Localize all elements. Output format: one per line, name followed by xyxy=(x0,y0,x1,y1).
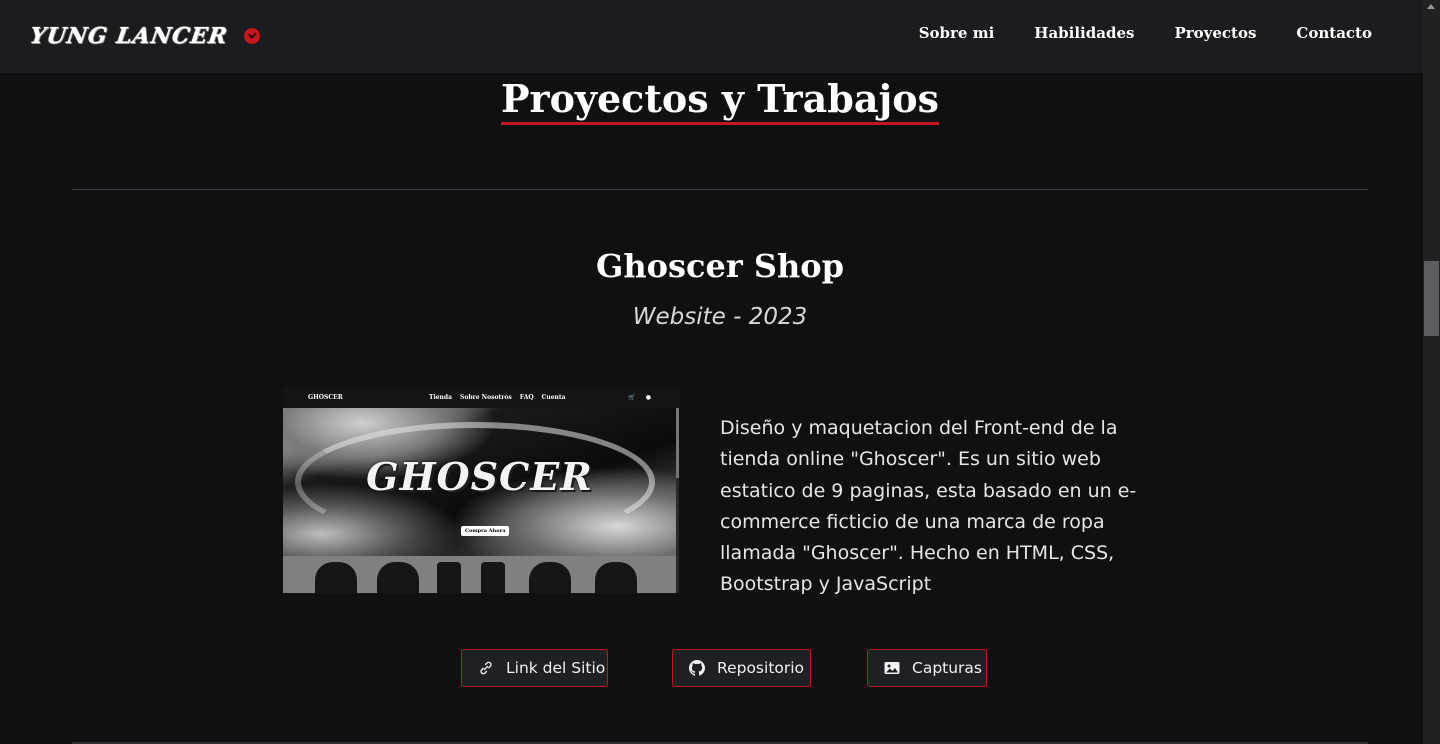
repository-label: Repositorio xyxy=(717,659,805,677)
pants-image xyxy=(481,562,505,593)
hoodie-image xyxy=(377,562,419,593)
nav-link-proyectos[interactable]: Proyectos xyxy=(1174,24,1256,42)
brand-logo[interactable]: YUNG LANCER xyxy=(28,23,229,49)
pants-image xyxy=(437,562,461,593)
cart-icon: 🛒 xyxy=(628,394,636,401)
brand[interactable]: YUNG LANCER xyxy=(28,18,260,54)
section-title: Proyectos y Trabajos xyxy=(500,76,939,125)
preview-hero: GHOSCER Compra Ahora xyxy=(283,408,676,556)
hoodie-image xyxy=(529,562,571,593)
screenshots-button[interactable]: Capturas xyxy=(867,649,987,687)
preview-navbar: GHOSCER Tienda Sobre Nosotros FAQ Cuenta… xyxy=(283,388,679,408)
nav-link-contacto[interactable]: Contacto xyxy=(1296,24,1372,42)
project-preview-image: GHOSCER Tienda Sobre Nosotros FAQ Cuenta… xyxy=(283,388,679,593)
github-icon xyxy=(689,660,705,676)
page-scrollbar[interactable] xyxy=(1423,0,1440,744)
repository-button[interactable]: Repositorio xyxy=(672,649,811,687)
screenshots-label: Capturas xyxy=(912,659,983,677)
nav-link-habilidades[interactable]: Habilidades xyxy=(1034,24,1134,42)
preview-products xyxy=(283,556,676,593)
preview-scrollbar-thumb xyxy=(676,408,679,478)
preview-hero-brand: GHOSCER xyxy=(366,454,593,499)
hoodie-image xyxy=(315,562,357,593)
scrollbar-thumb[interactable] xyxy=(1424,261,1439,336)
verified-badge-icon xyxy=(243,28,260,44)
preview-nav-item: Cuenta xyxy=(541,394,566,401)
section-divider xyxy=(72,189,1368,190)
nav-link-sobre-mi[interactable]: Sobre mi xyxy=(919,24,995,42)
site-link-button[interactable]: Link del Sitio xyxy=(461,649,608,687)
user-icon: ● xyxy=(645,394,651,401)
link-icon xyxy=(478,660,494,676)
preview-logo: GHOSCER xyxy=(308,394,343,401)
preview-nav-item: Tienda xyxy=(429,394,453,401)
preview-nav-item: Sobre Nosotros xyxy=(460,394,512,401)
preview-nav-icons: 🛒 ● xyxy=(628,394,651,401)
hoodie-image xyxy=(595,562,637,593)
project-description: Diseño y maquetacion del Front-end de la… xyxy=(720,417,1137,596)
project-subtitle: Website - 2023 xyxy=(632,304,808,330)
preview-nav-items: Tienda Sobre Nosotros FAQ Cuenta xyxy=(429,394,566,401)
nav-links: Sobre mi Habilidades Proyectos Contacto xyxy=(879,24,1372,42)
image-icon xyxy=(884,660,900,676)
scroll-up-arrow-icon[interactable] xyxy=(1427,4,1435,9)
site-link-label: Link del Sitio xyxy=(506,659,606,677)
preview-cta-button: Compra Ahora xyxy=(461,526,510,536)
project-title: Ghoscer Shop xyxy=(596,247,844,285)
navbar: YUNG LANCER Sobre mi Habilidades Proyect… xyxy=(0,0,1423,73)
preview-nav-item: FAQ xyxy=(519,394,534,401)
section-header: Proyectos y Trabajos xyxy=(0,76,1440,125)
